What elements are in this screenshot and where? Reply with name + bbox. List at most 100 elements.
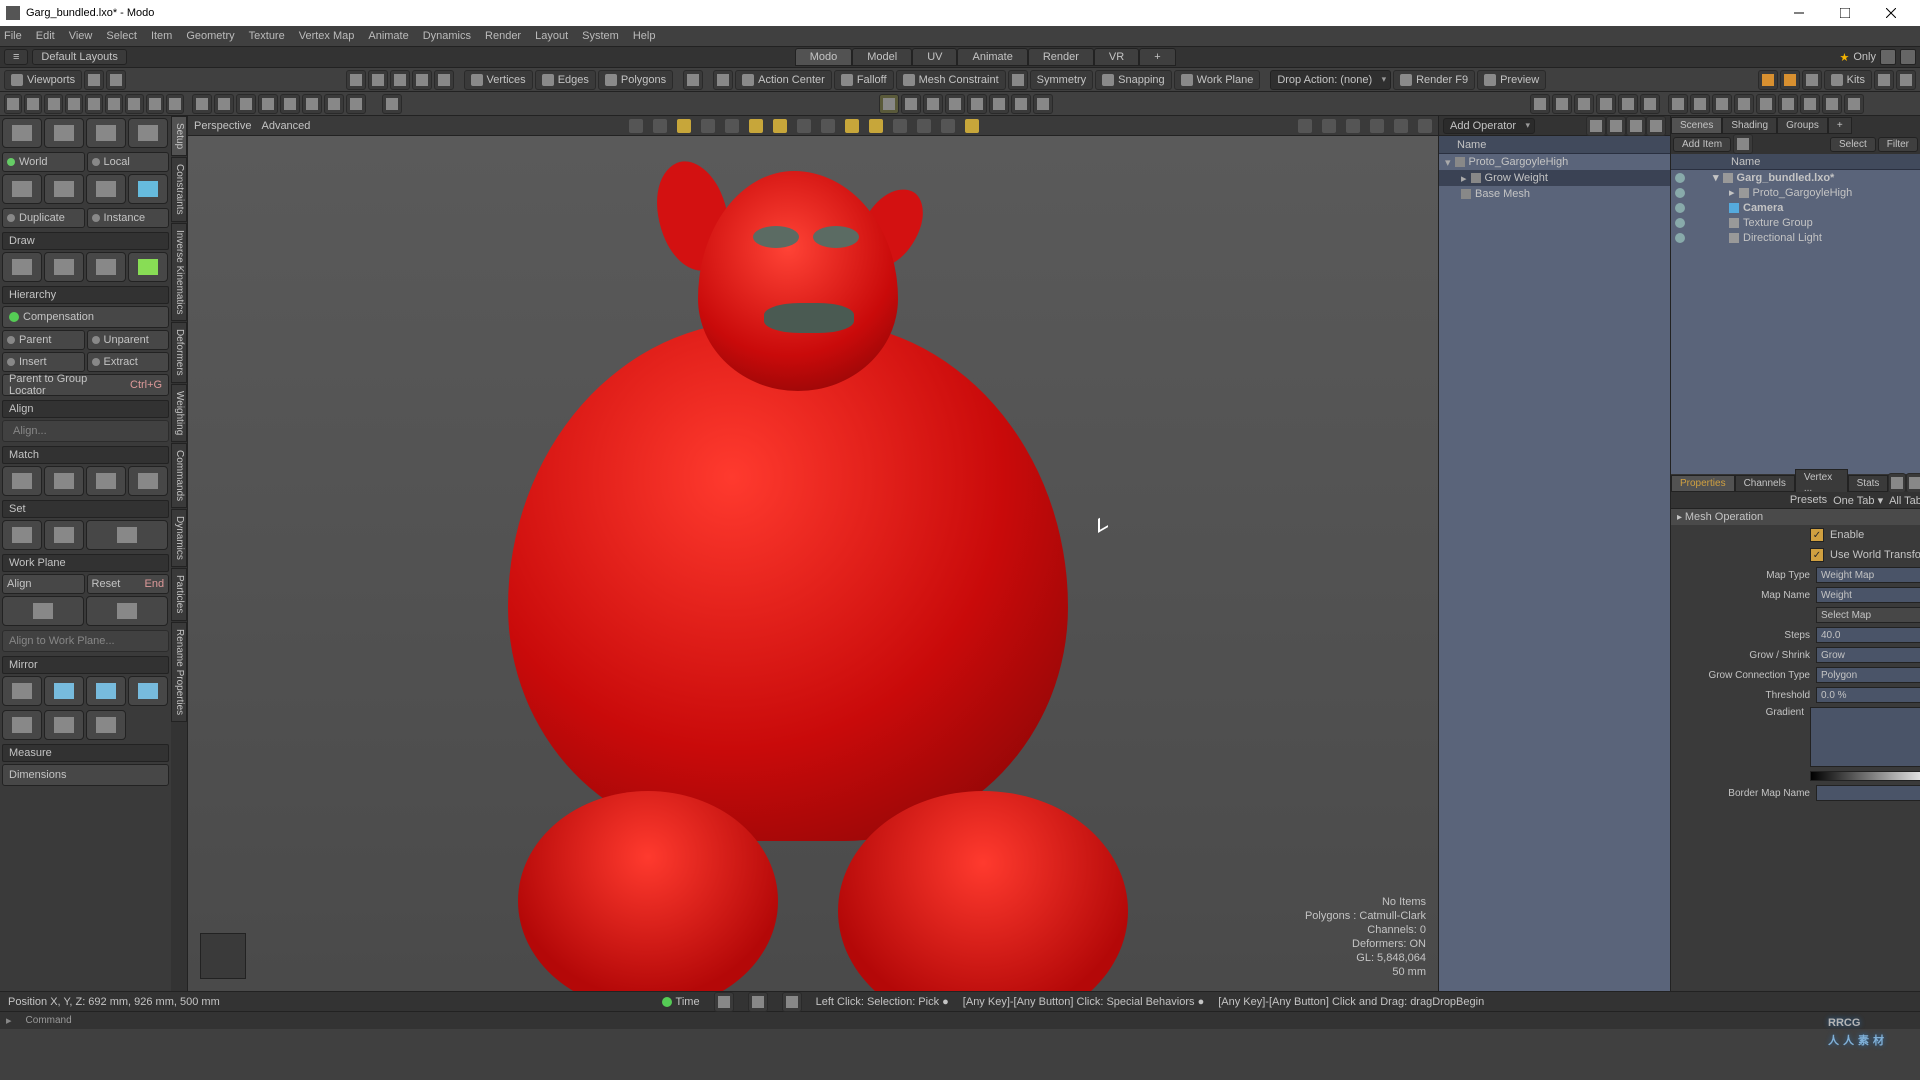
- prim-1[interactable]: [2, 174, 42, 204]
- vp-orbit-icon[interactable]: [1322, 119, 1336, 133]
- draw-4[interactable]: [128, 252, 168, 282]
- viewports-button[interactable]: Viewports: [4, 70, 82, 90]
- vp-opt-9-icon[interactable]: [821, 119, 835, 133]
- toggle-plus-icon[interactable]: [1033, 94, 1053, 114]
- vt-deformers[interactable]: Deformers: [171, 322, 187, 383]
- mirror-7[interactable]: [86, 710, 126, 740]
- world-toggle[interactable]: World: [2, 152, 85, 172]
- time-opt-3-icon[interactable]: [782, 992, 802, 1012]
- menu-file[interactable]: File: [4, 30, 22, 42]
- toggle-1-icon[interactable]: [879, 94, 899, 114]
- threshold-input[interactable]: 0.0 %: [1816, 687, 1920, 703]
- work-plane-button[interactable]: Work Plane: [1174, 70, 1261, 90]
- visibility-icon[interactable]: [1675, 233, 1685, 243]
- op-row-0[interactable]: ▾Proto_GargoyleHigh: [1439, 154, 1670, 170]
- vt-dynamics[interactable]: Dynamics: [171, 509, 187, 567]
- menu-view[interactable]: View: [69, 30, 93, 42]
- match-3[interactable]: [86, 466, 126, 496]
- time-opt-1-icon[interactable]: [714, 992, 734, 1012]
- tool-5-icon[interactable]: [85, 94, 103, 114]
- rotate-tool[interactable]: [44, 118, 84, 148]
- layout-tab-uv[interactable]: UV: [912, 48, 957, 66]
- sel-mode-5-icon[interactable]: [434, 70, 454, 90]
- rtool-5-icon[interactable]: [1756, 94, 1776, 114]
- toggle-4-icon[interactable]: [945, 94, 965, 114]
- mirror-2[interactable]: [44, 676, 84, 706]
- item-mode-icon[interactable]: [683, 70, 703, 90]
- gct-dropdown[interactable]: Polygon: [1816, 667, 1920, 683]
- add-operator-dropdown[interactable]: Add Operator: [1443, 118, 1535, 134]
- set-3[interactable]: [86, 520, 168, 550]
- vt-rename[interactable]: Rename Properties: [171, 622, 187, 722]
- menu-geometry[interactable]: Geometry: [186, 30, 234, 42]
- scene-row-1[interactable]: ▸Proto_GargoyleHigh: [1671, 185, 1920, 200]
- wp-reset-button[interactable]: ResetEnd: [87, 574, 170, 594]
- vp-opt-4-icon[interactable]: [701, 119, 715, 133]
- selectmap-button[interactable]: Select Map: [1816, 607, 1920, 623]
- tool-8-icon[interactable]: [146, 94, 164, 114]
- menu-animate[interactable]: Animate: [368, 30, 408, 42]
- vp-opt-8-icon[interactable]: [797, 119, 811, 133]
- snapping-button[interactable]: Snapping: [1095, 70, 1172, 90]
- menu-render[interactable]: Render: [485, 30, 521, 42]
- menu-item[interactable]: Item: [151, 30, 172, 42]
- op-hdr-a-icon[interactable]: [1586, 116, 1606, 136]
- symmetry-button[interactable]: Symmetry: [1030, 70, 1094, 90]
- rtool-9-icon[interactable]: [1844, 94, 1864, 114]
- match-4[interactable]: [128, 466, 168, 496]
- rtool-1-icon[interactable]: [1668, 94, 1688, 114]
- vp-pan-icon[interactable]: [1298, 119, 1312, 133]
- menu-system[interactable]: System: [582, 30, 619, 42]
- disp-plus-icon[interactable]: [1640, 94, 1660, 114]
- axis-gizmo[interactable]: [200, 933, 246, 979]
- grow-dropdown[interactable]: Grow: [1816, 647, 1920, 663]
- command-bar[interactable]: ▸Command: [0, 1011, 1920, 1029]
- presets-label[interactable]: Presets: [1790, 494, 1827, 506]
- vt-commands[interactable]: Commands: [171, 443, 187, 508]
- preview-button[interactable]: Preview: [1477, 70, 1546, 90]
- falloff-button[interactable]: Falloff: [834, 70, 894, 90]
- maptype-dropdown[interactable]: Weight Map: [1816, 567, 1920, 583]
- rtool-4-icon[interactable]: [1734, 94, 1754, 114]
- viewport-camera-dropdown[interactable]: Perspective: [194, 120, 251, 132]
- disp-2-icon[interactable]: [1552, 94, 1572, 114]
- rtool-8-icon[interactable]: [1822, 94, 1842, 114]
- rtool-7-icon[interactable]: [1800, 94, 1820, 114]
- tab-scenes[interactable]: Scenes: [1671, 117, 1722, 134]
- filter-button[interactable]: Filter: [1878, 137, 1918, 152]
- render-button[interactable]: Render F9: [1393, 70, 1475, 90]
- layout-tab-add[interactable]: +: [1139, 48, 1175, 66]
- gradient-bar[interactable]: [1810, 771, 1920, 781]
- vp-opt-13-icon[interactable]: [917, 119, 931, 133]
- vp-opt-7-icon[interactable]: [773, 119, 787, 133]
- viewport-split-b-icon[interactable]: [106, 70, 126, 90]
- wp-a[interactable]: [2, 596, 84, 626]
- operator-list[interactable]: ▾Proto_GargoyleHigh ▸Grow Weight Base Me…: [1439, 154, 1670, 991]
- disp-3-icon[interactable]: [1574, 94, 1594, 114]
- rtool-3-icon[interactable]: [1712, 94, 1732, 114]
- viewport-3d[interactable]: No Items Polygons : Catmull-Clark Channe…: [188, 136, 1438, 991]
- viewport-split-a-icon[interactable]: [84, 70, 104, 90]
- align-to-wp-button[interactable]: Align to Work Plane...: [2, 630, 169, 652]
- draw-1[interactable]: [2, 252, 42, 282]
- kits-menu-icon[interactable]: [1874, 70, 1894, 90]
- vp-opt-6-icon[interactable]: [749, 119, 763, 133]
- menu-texture[interactable]: Texture: [249, 30, 285, 42]
- vp-opt-12-icon[interactable]: [893, 119, 907, 133]
- menu-select[interactable]: Select: [106, 30, 137, 42]
- action-center-icon[interactable]: [713, 70, 733, 90]
- unparent-button[interactable]: Unparent: [87, 330, 170, 350]
- tab-shading[interactable]: Shading: [1722, 117, 1777, 134]
- layout-box-icon[interactable]: [1880, 49, 1896, 65]
- enable-checkbox[interactable]: [1810, 528, 1824, 542]
- tool-3-icon[interactable]: [44, 94, 62, 114]
- tool-7-icon[interactable]: [125, 94, 143, 114]
- toggle-2-icon[interactable]: [901, 94, 921, 114]
- mesh-constraint-button[interactable]: Mesh Constraint: [896, 70, 1006, 90]
- layout-tab-model[interactable]: Model: [852, 48, 912, 66]
- add-item-button[interactable]: Add Item: [1673, 137, 1731, 152]
- add-item-menu-icon[interactable]: [1733, 134, 1753, 154]
- align-button[interactable]: Align...: [2, 420, 169, 442]
- op-hdr-d-icon[interactable]: [1646, 116, 1666, 136]
- palette-menu-icon[interactable]: [1896, 70, 1916, 90]
